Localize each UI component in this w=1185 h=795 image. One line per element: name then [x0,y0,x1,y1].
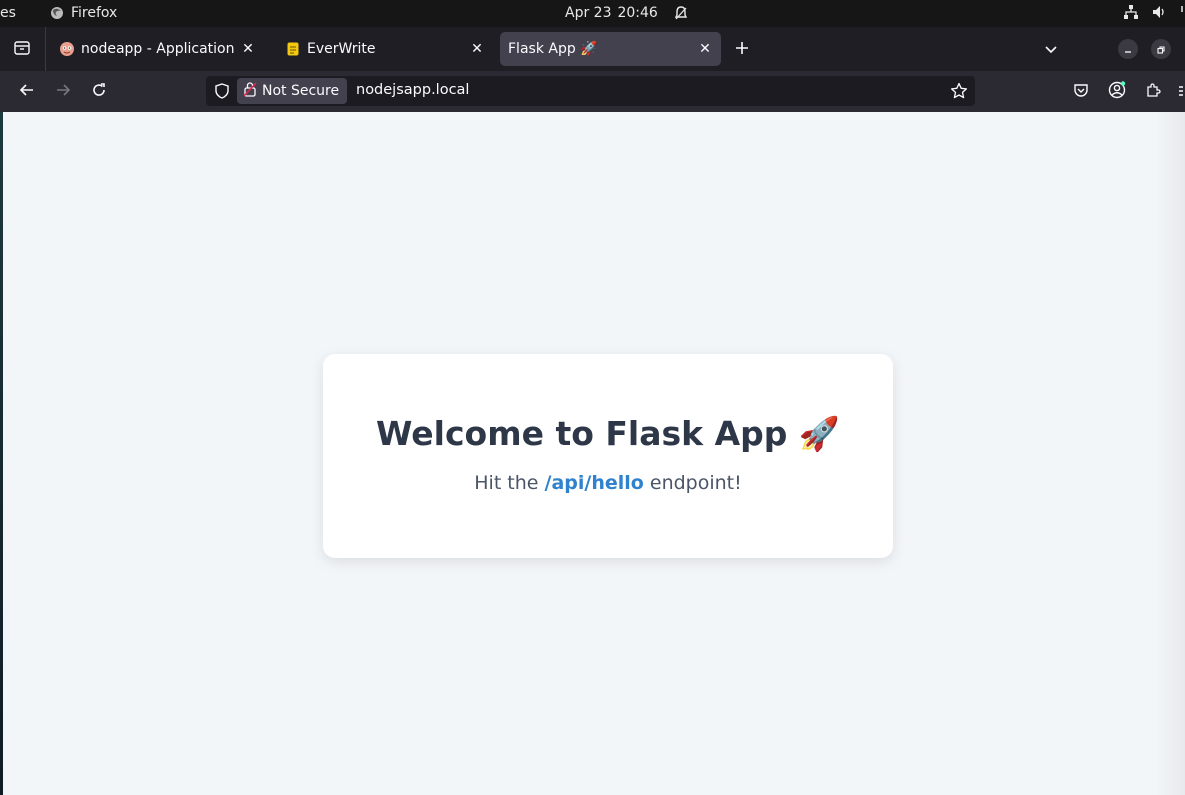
app-menu-label: Firefox [71,5,118,21]
welcome-card: Welcome to Flask App 🚀 Hit the /api/hell… [323,354,893,558]
page-description: Hit the /api/hello endpoint! [323,472,893,494]
plus-icon [735,40,749,59]
tab-everwrite[interactable]: EverWrite ✕ [277,32,493,66]
power-icon [1179,4,1185,20]
url-text[interactable]: nodejsapp.local [356,82,469,98]
back-button[interactable] [13,78,41,106]
tab-separator [45,27,46,71]
system-tray[interactable] [1123,4,1185,20]
list-all-tabs-button[interactable] [1038,36,1064,62]
tab-flask-app[interactable]: Flask App 🚀 ✕ [500,32,721,66]
bookmark-star-icon[interactable] [949,81,969,101]
description-suffix: endpoint! [643,472,742,494]
site-security-indicator[interactable]: Not Secure [237,78,348,104]
menu-button[interactable] [1172,78,1185,106]
insecure-lock-icon [243,81,257,101]
minimize-button[interactable] [1118,39,1138,59]
clock[interactable]: Apr 23 20:46 [565,5,688,21]
firefox-view-button[interactable] [6,34,38,64]
pocket-icon [1073,82,1089,102]
back-arrow-icon [19,82,35,102]
navigation-toolbar: Not Secure nodejsapp.local [0,71,1185,112]
forward-button[interactable] [49,78,77,106]
nodeapp-favicon-icon [59,41,75,57]
note-favicon-icon [285,41,301,57]
tab-title: nodeapp - Application De [81,41,238,57]
chevron-down-icon [1044,40,1058,59]
description-prefix: Hit the [474,472,545,494]
pocket-button[interactable] [1067,78,1095,106]
restore-icon [1156,40,1166,59]
network-icon [1123,4,1139,20]
app-menu[interactable]: Firefox [50,5,117,21]
security-label: Not Secure [262,83,340,99]
tab-nodeapp[interactable]: nodeapp - Application De ✕ [51,32,264,66]
page-viewport: Welcome to Flask App 🚀 Hit the /api/hell… [3,112,1185,795]
restore-button[interactable] [1151,39,1171,59]
hamburger-menu-icon [1175,83,1183,102]
account-button[interactable] [1103,78,1131,106]
puzzle-icon [1145,82,1161,102]
window-shadow [1155,112,1185,795]
volume-icon [1151,4,1167,20]
tracking-protection-shield-icon[interactable] [212,82,232,100]
page-heading: Welcome to Flask App 🚀 [376,414,840,453]
notification-bell-icon [674,5,688,21]
minimize-icon [1123,40,1133,59]
url-bar[interactable]: Not Secure nodejsapp.local [206,76,975,106]
tab-title: EverWrite [307,41,376,57]
extensions-button[interactable] [1139,78,1167,106]
clock-date: Apr 23 [565,5,612,21]
firefox-icon [50,6,64,20]
tab-strip: nodeapp - Application De ✕ EverWrite ✕ F… [0,27,1185,71]
forward-arrow-icon [55,82,71,102]
account-icon [1108,81,1126,103]
close-tab-icon[interactable]: ✕ [695,39,715,59]
close-tab-icon[interactable]: ✕ [238,39,258,59]
reload-icon [91,82,107,102]
reload-button[interactable] [85,78,113,106]
endpoint-path: /api/hello [544,472,644,494]
firefox-view-icon [14,40,30,59]
activities-button[interactable]: es [0,5,16,21]
new-tab-button[interactable] [729,36,755,62]
close-tab-icon[interactable]: ✕ [467,39,487,59]
clock-time: 20:46 [617,5,658,21]
system-top-bar: es Firefox Apr 23 20:46 [0,0,1185,27]
tab-title: Flask App 🚀 [508,41,598,57]
